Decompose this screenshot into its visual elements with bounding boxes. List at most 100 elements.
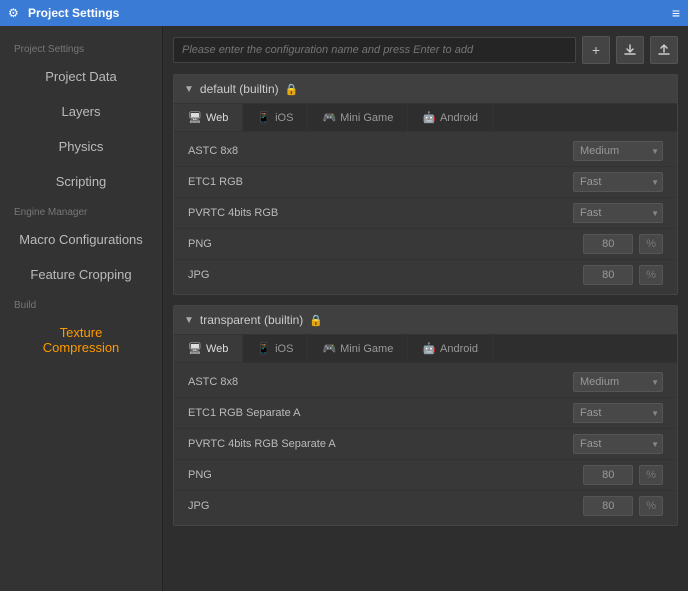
jpg-quality-input-transparent[interactable] (583, 496, 633, 516)
sidebar-item-macro-configurations[interactable]: Macro Configurations (0, 222, 162, 257)
title-bar-left: ⚙ Project Settings (8, 6, 119, 20)
texture-name: ASTC 8x8 (188, 376, 573, 388)
texture-select[interactable]: Fast Medium Slow (573, 403, 663, 423)
texture-select[interactable]: Fast Medium Slow (573, 172, 663, 192)
sidebar-section-label-engine-manager: Engine Manager (0, 199, 162, 222)
platform-tab-web-transparent[interactable]: 🖥 Web (174, 335, 243, 362)
table-row: JPG % (174, 491, 677, 521)
sidebar-section-label-project-settings: Project Settings (0, 36, 162, 59)
texture-name: PVRTC 4bits RGB Separate A (188, 438, 573, 450)
sidebar-section-label-build: Build (0, 292, 162, 315)
menu-icon[interactable]: ≡ (672, 5, 680, 21)
title-bar: ⚙ Project Settings ≡ (0, 0, 688, 26)
table-row: ETC1 RGB Separate A Fast Medium Slow (174, 398, 677, 429)
texture-name: ETC1 RGB Separate A (188, 407, 573, 419)
texture-name: JPG (188, 500, 583, 512)
sidebar-item-layers[interactable]: Layers (0, 94, 162, 129)
png-quality-input[interactable] (583, 234, 633, 254)
section-title-default: default (builtin) (200, 82, 279, 96)
select-wrapper: Fast Medium Slow (573, 203, 663, 223)
lock-icon-transparent: 🔒 (309, 314, 323, 327)
table-row: PVRTC 4bits RGB Fast Medium Slow (174, 198, 677, 229)
config-section-header-transparent: ▼ transparent (builtin) 🔒 (174, 306, 677, 335)
platform-tab-minigame-default[interactable]: 🎮 Mini Game (308, 104, 408, 131)
title-bar-title: Project Settings (28, 6, 119, 20)
table-row: ETC1 RGB Fast Medium Slow (174, 167, 677, 198)
minigame-icon: 🎮 (322, 342, 336, 355)
android-icon: 🤖 (422, 111, 436, 124)
percent-label: % (639, 265, 663, 285)
import-config-button[interactable] (616, 36, 644, 64)
texture-control: % (583, 465, 663, 485)
ios-icon: 📱 (257, 111, 271, 124)
sidebar-item-project-data[interactable]: Project Data (0, 59, 162, 94)
platform-tab-ios-default[interactable]: 📱 iOS (243, 104, 308, 131)
texture-rows-default: ASTC 8x8 Medium Fast Slow ETC1 RGB (174, 132, 677, 294)
export-config-button[interactable] (650, 36, 678, 64)
jpg-quality-input[interactable] (583, 265, 633, 285)
add-config-button[interactable]: + (582, 36, 610, 64)
select-wrapper: Fast Medium Slow (573, 434, 663, 454)
texture-name: PNG (188, 238, 583, 250)
percent-label: % (639, 234, 663, 254)
platform-tabs-transparent: 🖥 Web 📱 iOS 🎮 Mini Game 🤖 Android (174, 335, 677, 363)
texture-select[interactable]: Medium Fast Slow (573, 372, 663, 392)
lock-icon-default: 🔒 (285, 83, 299, 96)
texture-name: PVRTC 4bits RGB (188, 207, 573, 219)
section-arrow-default[interactable]: ▼ (184, 84, 194, 95)
platform-tab-ios-transparent[interactable]: 📱 iOS (243, 335, 308, 362)
web-icon: 🖥 (188, 111, 202, 124)
config-input-row: + (173, 36, 678, 64)
sidebar-item-scripting[interactable]: Scripting (0, 164, 162, 199)
section-arrow-transparent[interactable]: ▼ (184, 315, 194, 326)
table-row: ASTC 8x8 Medium Fast Slow (174, 367, 677, 398)
texture-select[interactable]: Fast Medium Slow (573, 434, 663, 454)
texture-name: ASTC 8x8 (188, 145, 573, 157)
ios-icon: 📱 (257, 342, 271, 355)
texture-control: % (583, 265, 663, 285)
texture-control: Fast Medium Slow (573, 434, 663, 454)
platform-tab-android-transparent[interactable]: 🤖 Android (408, 335, 493, 362)
texture-control: Fast Medium Slow (573, 403, 663, 423)
content-area: + ▼ default (builtin) 🔒 (163, 26, 688, 591)
main-layout: Project Settings Project Data Layers Phy… (0, 26, 688, 591)
table-row: JPG % (174, 260, 677, 290)
texture-control: % (583, 234, 663, 254)
android-icon: 🤖 (422, 342, 436, 355)
texture-control: Fast Medium Slow (573, 203, 663, 223)
texture-control: Medium Fast Slow (573, 372, 663, 392)
percent-label: % (639, 496, 663, 516)
texture-control: Fast Medium Slow (573, 172, 663, 192)
texture-control: Medium Fast Slow (573, 141, 663, 161)
texture-name: ETC1 RGB (188, 176, 573, 188)
platform-tabs-default: 🖥 Web 📱 iOS 🎮 Mini Game 🤖 Android (174, 104, 677, 132)
texture-control: % (583, 496, 663, 516)
select-wrapper: Medium Fast Slow (573, 372, 663, 392)
texture-select[interactable]: Fast Medium Slow (573, 203, 663, 223)
texture-rows-transparent: ASTC 8x8 Medium Fast Slow ETC1 RGB Se (174, 363, 677, 525)
section-title-transparent: transparent (builtin) (200, 313, 303, 327)
minigame-icon: 🎮 (322, 111, 336, 124)
select-wrapper: Fast Medium Slow (573, 403, 663, 423)
config-name-input[interactable] (173, 37, 576, 63)
texture-name: PNG (188, 469, 583, 481)
web-icon: 🖥 (188, 342, 202, 355)
platform-tab-web-default[interactable]: 🖥 Web (174, 104, 243, 131)
platform-tab-android-default[interactable]: 🤖 Android (408, 104, 493, 131)
config-section-default: ▼ default (builtin) 🔒 🖥 Web 📱 iOS 🎮 Mini… (173, 74, 678, 295)
texture-select[interactable]: Medium Fast Slow (573, 141, 663, 161)
settings-icon: ⚙ (8, 6, 22, 20)
platform-tab-minigame-transparent[interactable]: 🎮 Mini Game (308, 335, 408, 362)
sidebar-item-physics[interactable]: Physics (0, 129, 162, 164)
table-row: PVRTC 4bits RGB Separate A Fast Medium S… (174, 429, 677, 460)
table-row: PNG % (174, 229, 677, 260)
sidebar-item-texture-compression[interactable]: Texture Compression (0, 315, 162, 365)
config-section-transparent: ▼ transparent (builtin) 🔒 🖥 Web 📱 iOS 🎮 … (173, 305, 678, 526)
sidebar-item-feature-cropping[interactable]: Feature Cropping (0, 257, 162, 292)
png-quality-input-transparent[interactable] (583, 465, 633, 485)
table-row: PNG % (174, 460, 677, 491)
select-wrapper: Medium Fast Slow (573, 141, 663, 161)
config-section-header-default: ▼ default (builtin) 🔒 (174, 75, 677, 104)
sidebar: Project Settings Project Data Layers Phy… (0, 26, 163, 591)
select-wrapper: Fast Medium Slow (573, 172, 663, 192)
